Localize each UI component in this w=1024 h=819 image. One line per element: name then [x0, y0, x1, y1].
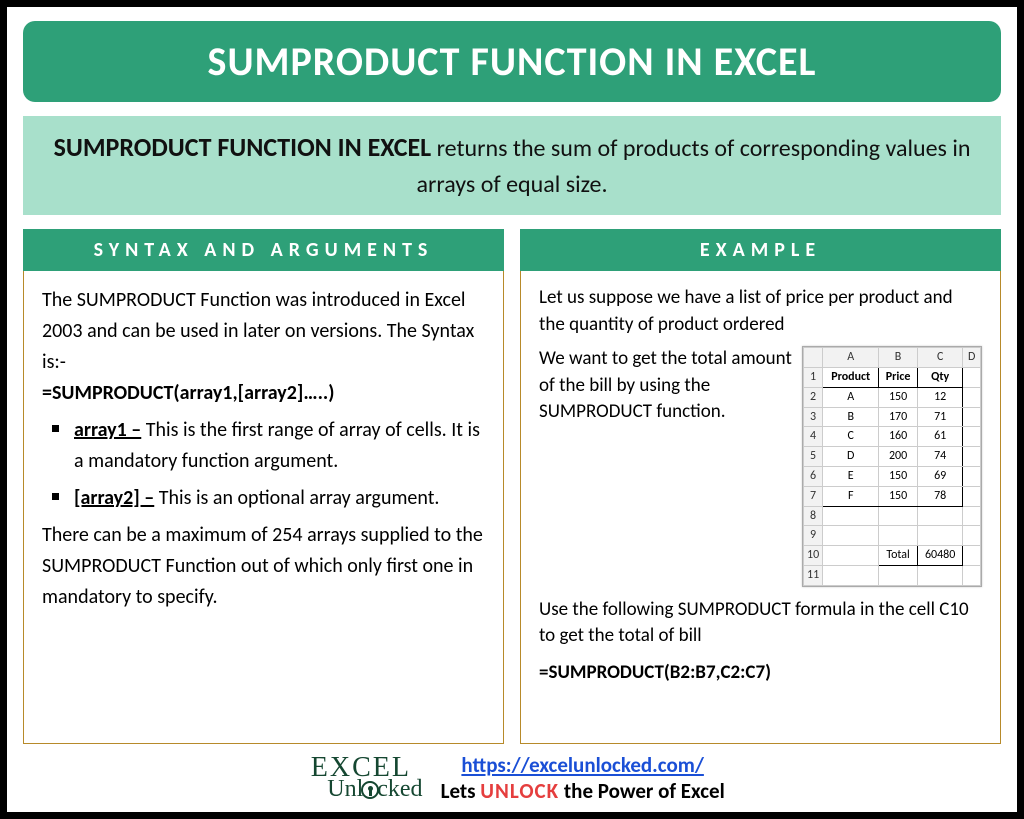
table-row: 9 — [804, 526, 981, 546]
col-C: C — [917, 348, 963, 368]
table-row: 7F15078 — [804, 486, 981, 506]
syntax-arg-2: [array2] – This is an optional array arg… — [48, 483, 485, 514]
syntax-header: SYNTAX AND ARGUMENTS — [23, 229, 504, 271]
logo: EXCEL Unlcked — [299, 755, 422, 800]
table-row: 2A15012 — [804, 387, 981, 407]
syntax-arg-1: array1 – This is the first range of arra… — [48, 415, 485, 477]
hdr-product: Product — [823, 367, 879, 387]
syntax-args-list: array1 – This is the first range of arra… — [42, 415, 485, 514]
keyhole-icon — [361, 781, 379, 799]
syntax-intro: The SUMPRODUCT Function was introduced i… — [42, 285, 485, 378]
footer: EXCEL Unlcked https://excelunlocked.com/… — [23, 750, 1001, 804]
description-strong: SUMPRODUCT FUNCTION IN EXCEL — [54, 131, 432, 163]
table-row: 4C16061 — [804, 427, 981, 447]
row-1: 1 — [804, 367, 823, 387]
example-header: EXAMPLE — [520, 229, 1001, 271]
example-body: Let us suppose we have a list of price p… — [520, 271, 1001, 744]
page-title: SUMPRODUCT FUNCTION IN EXCEL — [208, 37, 817, 86]
syntax-body: The SUMPRODUCT Function was introduced i… — [23, 271, 504, 744]
description-rest: returns the sum of products of correspon… — [416, 134, 970, 199]
col-A: A — [823, 348, 879, 368]
spreadsheet-table: A B C D 1 Product Price Qty 2A15012 — [803, 347, 981, 586]
table-row: 8 — [804, 506, 981, 526]
arg2-name: [array2] – — [74, 486, 154, 510]
syntax-note: There can be a maximum of 254 arrays sup… — [42, 520, 485, 613]
table-row: 5D20074 — [804, 447, 981, 467]
total-label: Total — [879, 546, 918, 566]
hdr-qty: Qty — [917, 367, 963, 387]
col-D: D — [963, 348, 981, 368]
example-intro: Let us suppose we have a list of price p… — [539, 285, 982, 338]
example-column: EXAMPLE Let us suppose we have a list of… — [520, 229, 1001, 744]
example-goal: We want to get the total amount of the b… — [539, 346, 792, 426]
sheet-col-row: A B C D — [804, 348, 981, 368]
footer-url-link[interactable]: https://excelunlocked.com/ — [461, 752, 703, 778]
corner-cell — [804, 348, 823, 368]
page-title-banner: SUMPRODUCT FUNCTION IN EXCEL — [23, 21, 1001, 102]
hdr-price: Price — [879, 367, 918, 387]
columns-container: SYNTAX AND ARGUMENTS The SUMPRODUCT Func… — [23, 229, 1001, 744]
footer-tagline: Lets UNLOCK the Power of Excel — [441, 778, 725, 804]
sheet-header-row: 1 Product Price Qty — [804, 367, 981, 387]
mini-spreadsheet: A B C D 1 Product Price Qty 2A15012 — [802, 346, 982, 587]
table-row: 6E15069 — [804, 466, 981, 486]
table-row: 11 — [804, 565, 981, 585]
total-value: 60480 — [917, 546, 963, 566]
syntax-column: SYNTAX AND ARGUMENTS The SUMPRODUCT Func… — [23, 229, 504, 744]
table-row: 3B17071 — [804, 407, 981, 427]
logo-x-icon: X — [330, 752, 352, 783]
example-instruction: Use the following SUMPRODUCT formula in … — [539, 597, 982, 650]
total-row: 10Total60480 — [804, 546, 981, 566]
cell-D1 — [963, 367, 981, 387]
example-formula: =SUMPRODUCT(B2:B7,C2:C7) — [539, 660, 982, 687]
description-banner: SUMPRODUCT FUNCTION IN EXCEL returns the… — [23, 116, 1001, 215]
arg1-name: array1 – — [74, 418, 141, 442]
arg2-desc: This is an optional array argument. — [154, 486, 439, 510]
example-row: We want to get the total amount of the b… — [539, 346, 982, 587]
footer-text: https://excelunlocked.com/ Lets UNLOCK t… — [441, 752, 725, 804]
syntax-formula: =SUMPRODUCT(array1,[array2]…..) — [42, 378, 485, 409]
unlock-word: UNLOCK — [480, 778, 559, 804]
col-B: B — [879, 348, 918, 368]
